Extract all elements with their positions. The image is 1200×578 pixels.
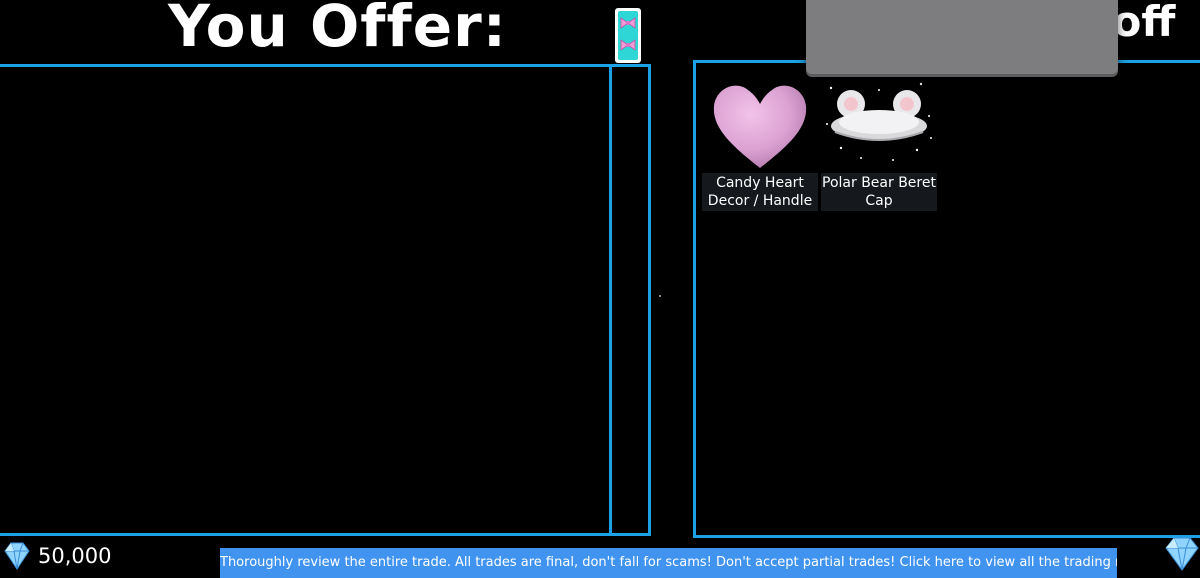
trade-item-polar-bear-beret[interactable]: Polar Bear Beret Cap — [821, 60, 937, 211]
gems-amount: 50,000 — [38, 544, 112, 568]
scrollbar-thumb[interactable] — [615, 8, 641, 63]
diamond-icon — [1165, 537, 1199, 571]
pink-heart-icon — [713, 85, 807, 168]
overlay-panel — [806, 0, 1118, 74]
trade-rules-notice[interactable]: Thoroughly review the entire trade. All … — [220, 548, 1117, 578]
item-name-label: Polar Bear Beret Cap — [821, 173, 937, 211]
decorative-dot — [659, 295, 661, 297]
scroll-track-divider — [609, 67, 612, 533]
trade-item-candy-heart[interactable]: Candy Heart Decor / Handle — [702, 60, 818, 211]
gems-balance: 50,000 — [0, 536, 111, 576]
diamond-icon — [4, 542, 30, 570]
your-offer-panel — [0, 64, 651, 536]
bow-pattern-icon — [618, 11, 638, 60]
your-offer-title: You Offer: — [168, 0, 507, 60]
polar-bear-beret-icon — [826, 82, 932, 161]
item-name-label: Candy Heart Decor / Handle — [702, 173, 818, 211]
